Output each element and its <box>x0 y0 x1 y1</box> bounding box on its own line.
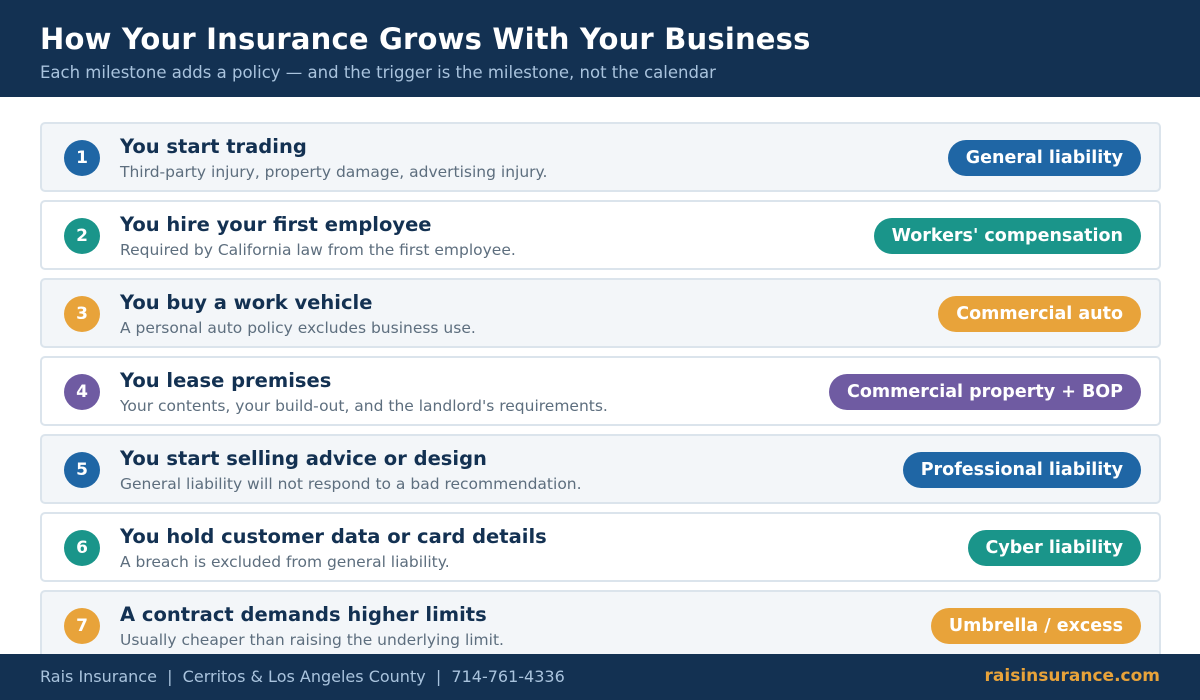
policy-pill: Umbrella / excess <box>930 608 1141 644</box>
milestone-number-badge: 6 <box>64 530 100 566</box>
milestone-title: You buy a work vehicle <box>120 291 373 314</box>
footer-website-link[interactable]: raisinsurance.com <box>985 666 1160 686</box>
milestone-row-7: 7 A contract demands higher limits Usual… <box>40 590 1161 660</box>
milestone-number-badge: 2 <box>64 218 100 254</box>
policy-pill: Commercial property + BOP <box>829 374 1141 410</box>
milestone-description: General liability will not respond to a … <box>120 475 582 493</box>
milestone-description: Your contents, your build-out, and the l… <box>120 397 608 415</box>
page-subtitle: Each milestone adds a policy — and the t… <box>40 63 716 82</box>
milestone-row-2: 2 You hire your first employee Required … <box>40 200 1161 270</box>
milestone-row-1: 1 You start trading Third-party injury, … <box>40 122 1161 192</box>
milestone-description: A breach is excluded from general liabil… <box>120 553 450 571</box>
milestone-row-4: 4 You lease premises Your contents, your… <box>40 356 1161 426</box>
milestone-description: Third-party injury, property damage, adv… <box>120 163 548 181</box>
header: How Your Insurance Grows With Your Busin… <box>0 0 1200 97</box>
milestone-description: Required by California law from the firs… <box>120 241 516 259</box>
footer-contact: Rais Insurance | Cerritos & Los Angeles … <box>40 667 565 686</box>
footer: Rais Insurance | Cerritos & Los Angeles … <box>0 654 1200 700</box>
milestone-title: You start trading <box>120 135 307 158</box>
milestone-title: You hold customer data or card details <box>120 525 547 548</box>
milestone-number-badge: 3 <box>64 296 100 332</box>
policy-pill: Cyber liability <box>967 530 1141 566</box>
milestone-number-badge: 5 <box>64 452 100 488</box>
milestone-number-badge: 4 <box>64 374 100 410</box>
milestone-row-3: 3 You buy a work vehicle A personal auto… <box>40 278 1161 348</box>
milestone-row-6: 6 You hold customer data or card details… <box>40 512 1161 582</box>
milestone-title: A contract demands higher limits <box>120 603 487 626</box>
milestone-title: You hire your first employee <box>120 213 432 236</box>
milestone-number-badge: 7 <box>64 608 100 644</box>
policy-pill: General liability <box>947 140 1141 176</box>
policy-pill: Professional liability <box>902 452 1141 488</box>
policy-pill: Workers' compensation <box>873 218 1141 254</box>
policy-pill: Commercial auto <box>938 296 1141 332</box>
milestone-description: Usually cheaper than raising the underly… <box>120 631 504 649</box>
page-title: How Your Insurance Grows With Your Busin… <box>40 22 811 56</box>
milestone-row-5: 5 You start selling advice or design Gen… <box>40 434 1161 504</box>
milestone-number-badge: 1 <box>64 140 100 176</box>
milestone-title: You lease premises <box>120 369 332 392</box>
milestone-description: A personal auto policy excludes business… <box>120 319 476 337</box>
milestone-title: You start selling advice or design <box>120 447 487 470</box>
